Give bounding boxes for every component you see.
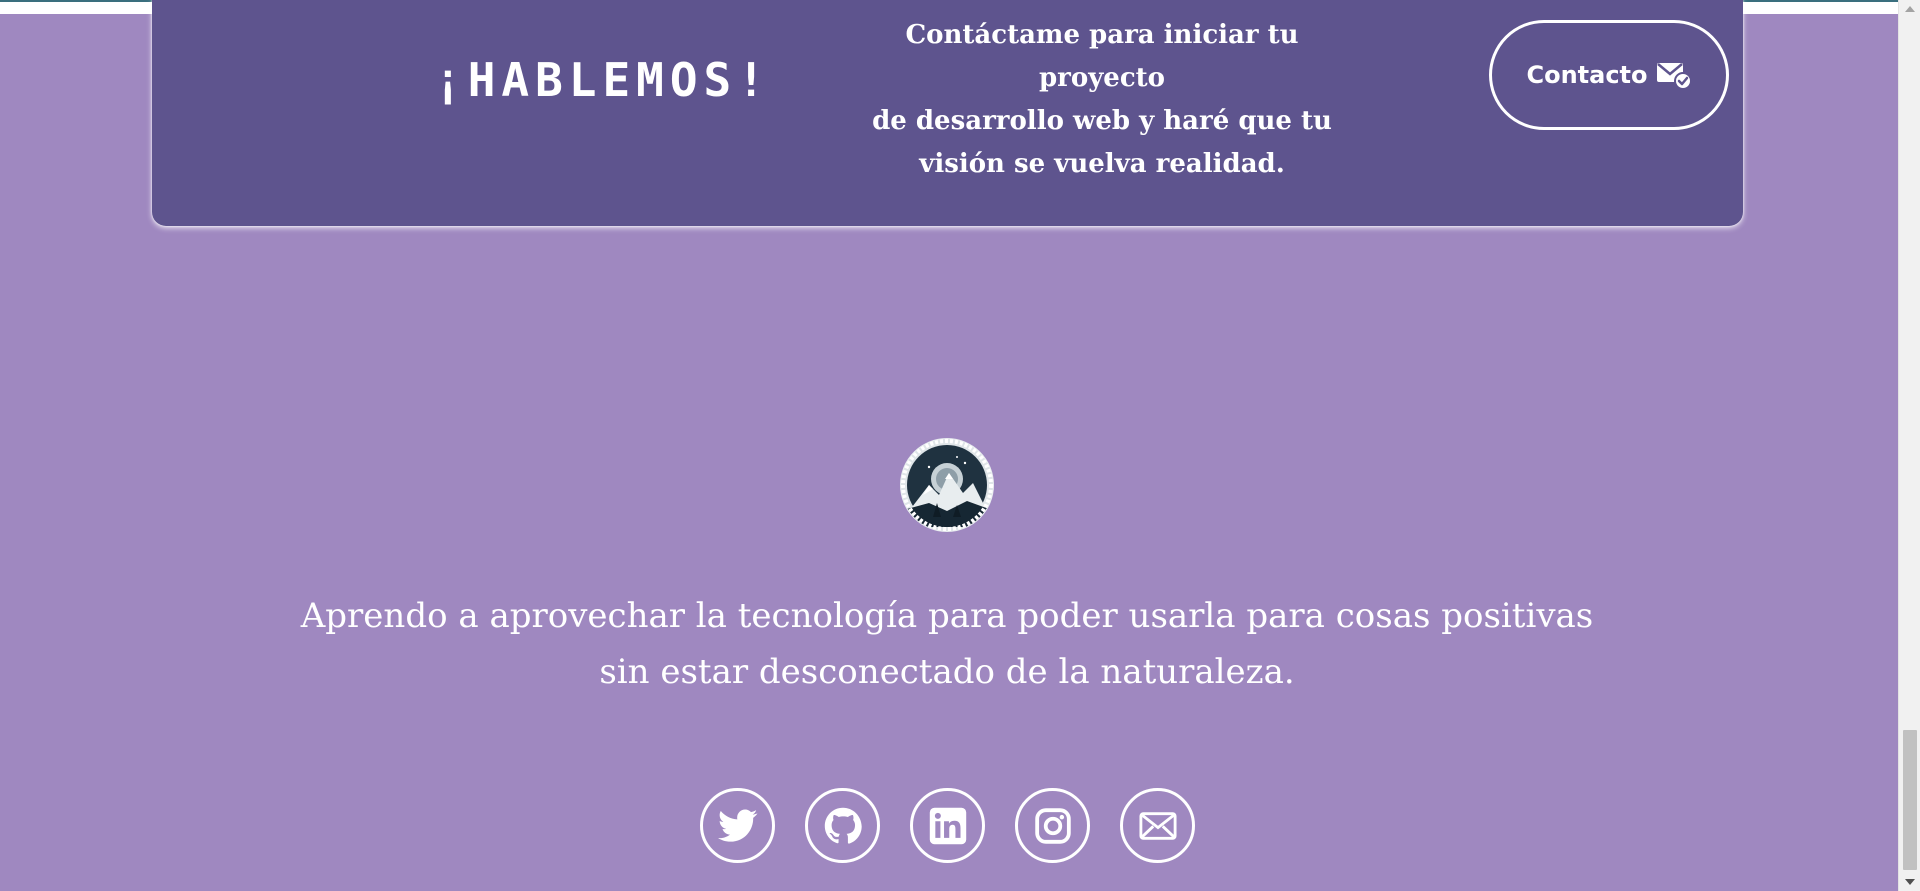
- linkedin-icon: [929, 807, 967, 845]
- cta-description: Contáctame para iniciar tu proyecto de d…: [852, 14, 1352, 186]
- page: ¡HABLEMOS! Contáctame para iniciar tu pr…: [0, 0, 1920, 891]
- twitter-link[interactable]: [700, 788, 775, 863]
- email-icon: [1138, 811, 1177, 841]
- scrollbar-thumb[interactable]: [1903, 730, 1917, 870]
- cta-description-line: Contáctame para iniciar tu proyecto: [905, 20, 1299, 93]
- email-link[interactable]: [1120, 788, 1195, 863]
- avatar: [899, 437, 995, 533]
- tagline-line: Aprendo a aprovechar la tecnología para …: [300, 596, 1594, 636]
- github-icon: [824, 807, 862, 845]
- instagram-link[interactable]: [1015, 788, 1090, 863]
- twitter-icon: [717, 809, 758, 843]
- scrollbar[interactable]: [1898, 0, 1920, 891]
- scroll-down-arrow-icon[interactable]: [1899, 873, 1920, 891]
- contact-button[interactable]: Contacto: [1489, 20, 1729, 130]
- cta-heading: ¡HABLEMOS!: [434, 53, 771, 107]
- contact-cta-card: ¡HABLEMOS! Contáctame para iniciar tu pr…: [152, 0, 1743, 226]
- cta-description-line: de desarrollo web y haré que tu: [872, 106, 1332, 136]
- instagram-icon: [1034, 807, 1072, 845]
- cta-description-line: visión se vuelva realidad.: [919, 149, 1285, 179]
- scroll-up-arrow-icon[interactable]: [1899, 0, 1920, 18]
- github-link[interactable]: [805, 788, 880, 863]
- contact-button-label: Contacto: [1526, 61, 1648, 89]
- mail-check-icon: [1656, 60, 1692, 90]
- tagline: Aprendo a aprovechar la tecnología para …: [260, 588, 1634, 700]
- tagline-line: sin estar desconectado de la naturaleza.: [599, 652, 1295, 692]
- linkedin-link[interactable]: [910, 788, 985, 863]
